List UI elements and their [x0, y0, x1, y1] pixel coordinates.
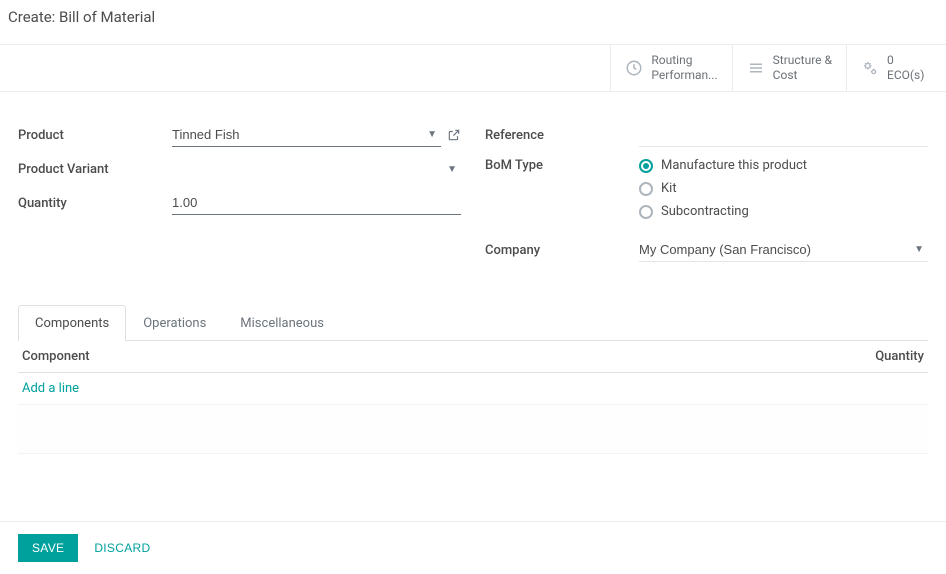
routing-l1: Routing: [651, 53, 717, 68]
variant-input[interactable]: [172, 158, 443, 181]
structure-l2: Cost: [773, 68, 832, 83]
routing-performance-button[interactable]: Routing Performan...: [610, 45, 731, 91]
discard-button[interactable]: DISCARD: [94, 541, 150, 555]
quantity-input[interactable]: [172, 191, 461, 215]
company-label: Company: [485, 243, 639, 258]
variant-select[interactable]: ▼: [172, 158, 461, 181]
quantity-label: Quantity: [18, 196, 172, 211]
product-select[interactable]: ▼: [172, 123, 441, 147]
company-input[interactable]: [639, 238, 910, 261]
form-body: Product ▼ Product Variant: [0, 92, 946, 521]
caret-down-icon[interactable]: ▼: [910, 244, 928, 255]
th-quantity: Quantity: [844, 349, 924, 364]
eco-label: ECO(s): [887, 68, 924, 83]
component-table-header: Component Quantity: [18, 341, 928, 373]
external-link-icon[interactable]: [447, 128, 461, 142]
radio-kit[interactable]: Kit: [639, 181, 807, 196]
header-button-row: Routing Performan... Structure & Cost 0 …: [0, 45, 946, 92]
bars-icon: [747, 59, 765, 77]
add-line-link[interactable]: Add a line: [18, 373, 928, 404]
right-column: Reference BoM Type Manufacture this prod…: [485, 120, 928, 265]
tab-operations[interactable]: Operations: [126, 305, 223, 341]
radio-manufacture-label: Manufacture this product: [661, 158, 807, 173]
product-label: Product: [18, 128, 172, 143]
save-button[interactable]: SAVE: [18, 534, 78, 562]
product-input[interactable]: [172, 123, 423, 146]
create-bom-modal: Create: Bill of Material Routing Perform…: [0, 0, 946, 574]
left-column: Product ▼ Product Variant: [18, 120, 461, 265]
radio-manufacture[interactable]: Manufacture this product: [639, 158, 807, 173]
th-component: Component: [22, 349, 844, 364]
tab-miscellaneous[interactable]: Miscellaneous: [223, 305, 341, 341]
radio-subcontracting[interactable]: Subcontracting: [639, 204, 807, 219]
clock-icon: [625, 59, 643, 77]
routing-l2: Performan...: [651, 68, 717, 83]
modal-footer: SAVE DISCARD: [0, 521, 946, 574]
caret-down-icon[interactable]: ▼: [443, 164, 461, 175]
radio-subcontracting-label: Subcontracting: [661, 204, 749, 219]
reference-input[interactable]: [639, 123, 928, 147]
ecos-button[interactable]: 0 ECO(s): [846, 45, 946, 91]
reference-label: Reference: [485, 128, 639, 143]
modal-title: Create: Bill of Material: [0, 0, 946, 45]
structure-cost-button[interactable]: Structure & Cost: [732, 45, 846, 91]
tabs: Components Operations Miscellaneous: [18, 305, 928, 341]
tab-components[interactable]: Components: [18, 305, 126, 341]
eco-count: 0: [887, 53, 924, 68]
structure-l1: Structure &: [773, 53, 832, 68]
gears-icon: [861, 59, 879, 77]
table-empty-area: [18, 404, 928, 454]
variant-label: Product Variant: [18, 162, 172, 177]
caret-down-icon[interactable]: ▼: [423, 129, 441, 140]
bomtype-label: BoM Type: [485, 154, 639, 173]
radio-kit-label: Kit: [661, 181, 677, 196]
company-select[interactable]: ▼: [639, 238, 928, 262]
